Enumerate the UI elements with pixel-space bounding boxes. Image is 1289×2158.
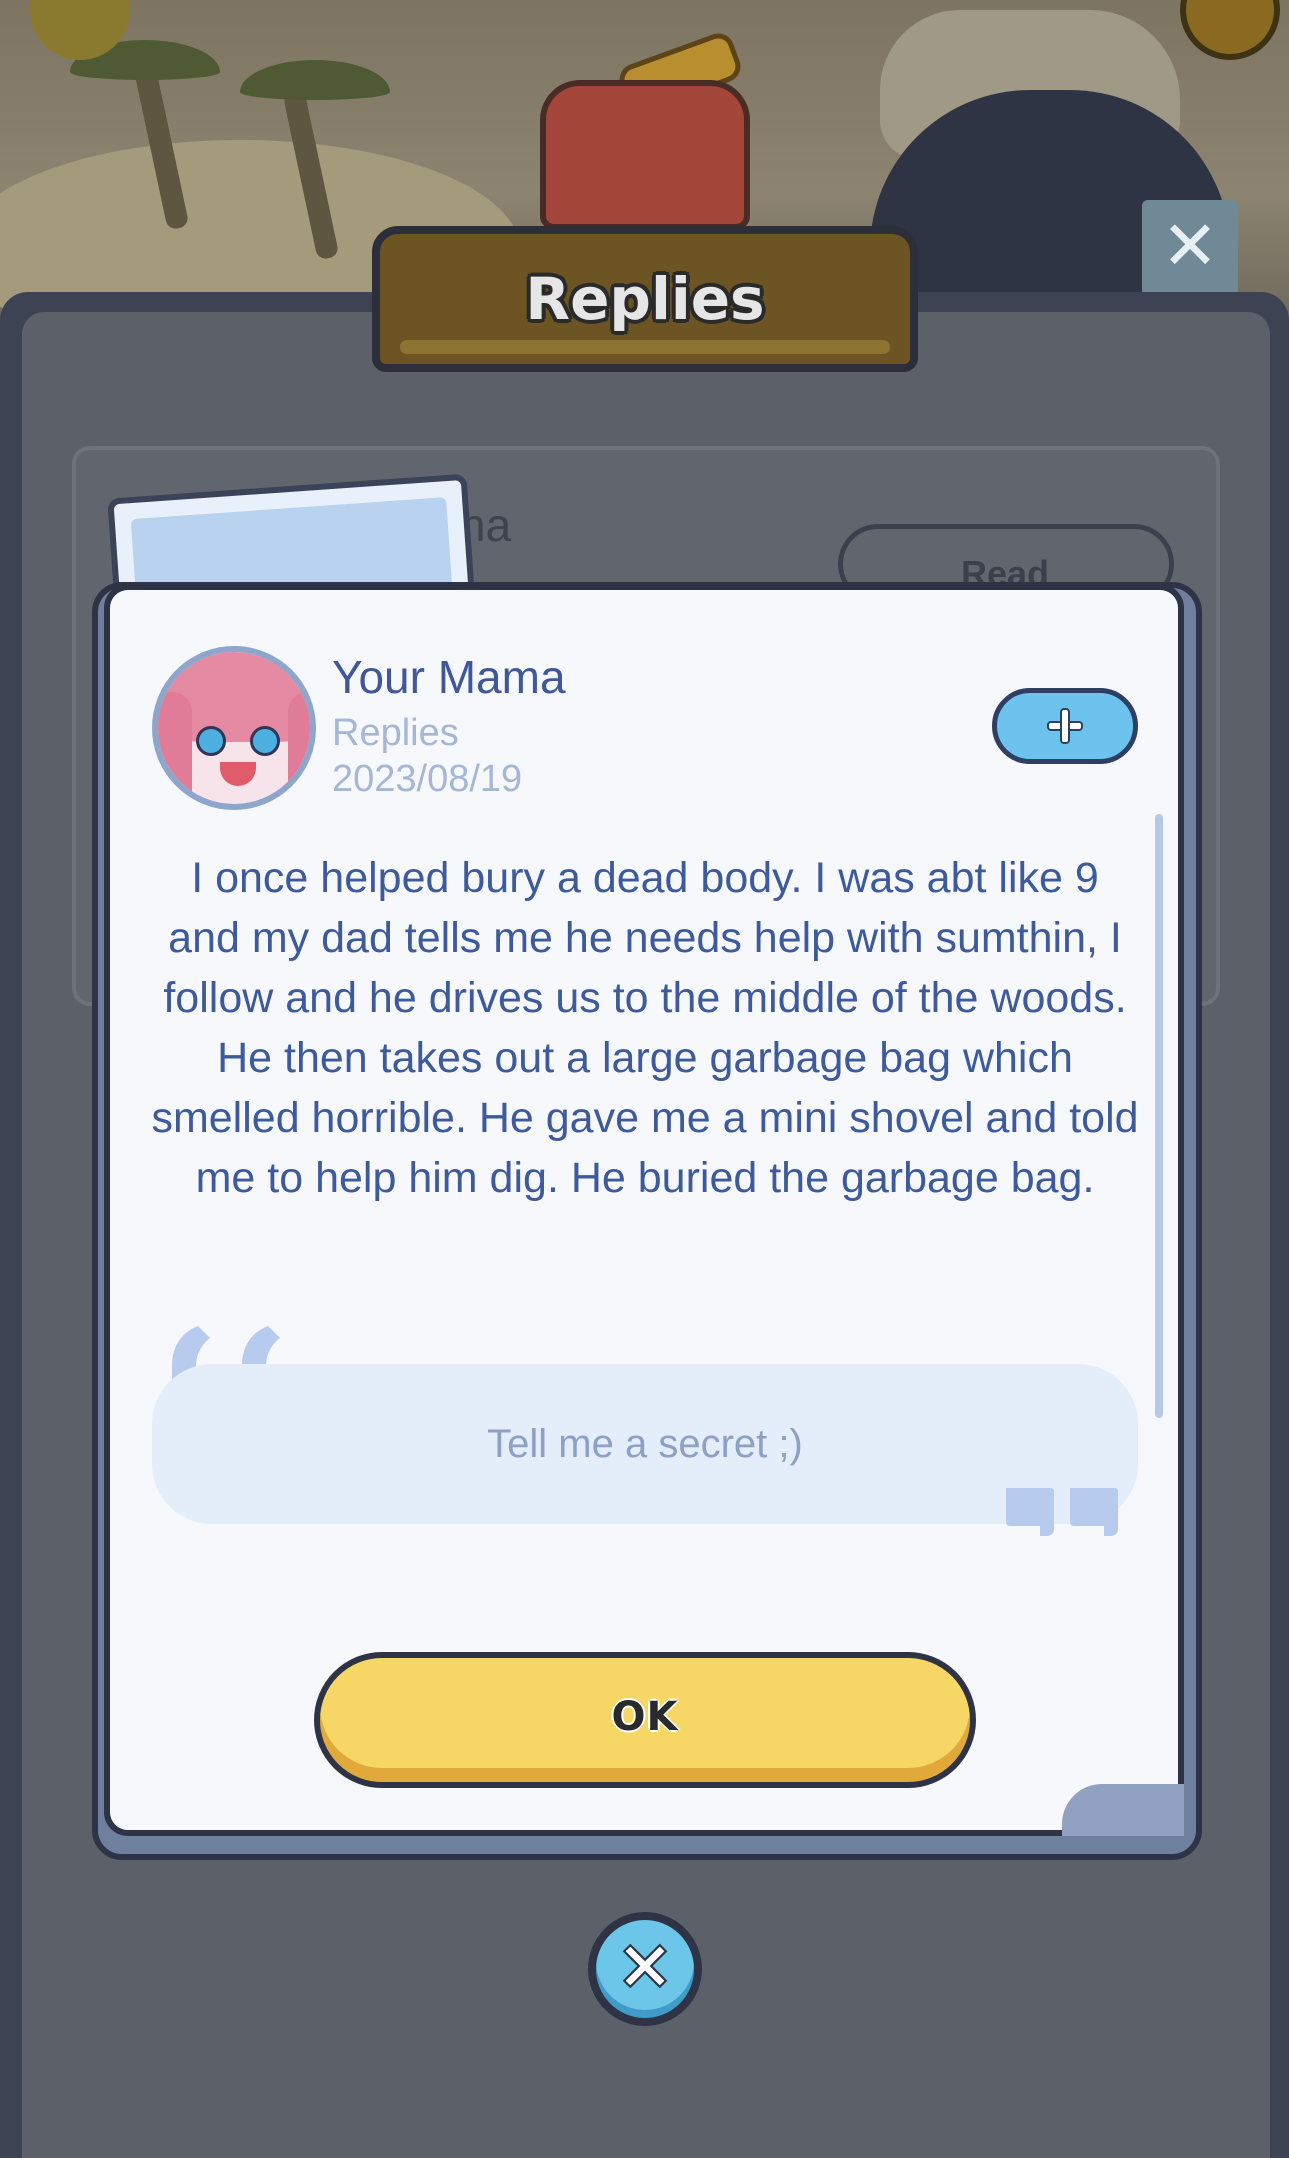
ok-button-label: OK <box>611 1694 679 1740</box>
mailbox-icon <box>540 80 750 230</box>
prompt-box: Tell me a secret ;) <box>152 1364 1138 1524</box>
ok-button[interactable]: OK <box>314 1652 976 1788</box>
modal-close-button[interactable]: ✕ <box>588 1912 702 2026</box>
close-quote-icon <box>1006 1488 1118 1536</box>
panel-close-button[interactable]: ✕ <box>1142 200 1238 292</box>
avatar-eye <box>196 726 226 756</box>
avatar-eye <box>250 726 280 756</box>
reply-message: I once helped bury a dead body. I was ab… <box>151 854 1139 1202</box>
reply-date: 2023/08/19 <box>332 758 523 800</box>
avatar-mouth <box>220 762 256 786</box>
plus-icon <box>1060 708 1070 744</box>
palm-leaves <box>240 60 390 100</box>
prompt-text: Tell me a secret ;) <box>487 1421 803 1466</box>
author-name: Your Mama <box>332 651 566 703</box>
close-icon: ✕ <box>617 1930 673 2004</box>
scrollbar[interactable] <box>1155 814 1163 1418</box>
title-banner: Replies <box>372 226 918 372</box>
avatar-hair-side <box>158 692 192 804</box>
reply-label: Replies <box>332 712 459 754</box>
page-title: Replies <box>525 265 765 333</box>
coin-icon[interactable] <box>1180 0 1280 60</box>
add-friend-button[interactable] <box>992 688 1138 764</box>
paper-curl <box>1062 1784 1184 1836</box>
avatar[interactable] <box>152 646 316 810</box>
